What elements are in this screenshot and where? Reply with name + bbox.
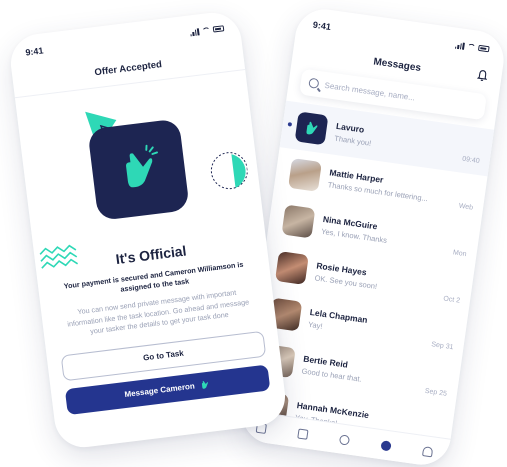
message-cameron-label: Message Cameron (124, 381, 196, 400)
avatar (281, 204, 316, 238)
brand-hand-icon (87, 118, 190, 221)
wifi-icon (467, 43, 476, 51)
chat-time: Mon (452, 249, 467, 259)
status-time: 9:41 (24, 45, 44, 58)
unread-indicator (287, 122, 293, 127)
status-time: 9:41 (312, 19, 332, 33)
signal-icon (454, 41, 465, 50)
go-to-task-label: Go to Task (142, 348, 185, 363)
search-input[interactable]: Search message, name... (324, 80, 416, 102)
page-title: Messages (372, 55, 422, 74)
offer-phone: 9:41 Offer Accepted It's Official Your p… (7, 9, 289, 451)
nav-profile-icon[interactable] (422, 445, 434, 457)
brand-hand-icon (294, 110, 329, 145)
avatar (288, 157, 322, 192)
chat-time: Sep 25 (424, 387, 448, 398)
nav-search-icon[interactable] (338, 433, 351, 446)
search-icon (308, 77, 320, 89)
status-icons (189, 25, 225, 36)
chat-time: 09:40 (461, 155, 481, 166)
hand-icon (202, 381, 209, 389)
status-icons (454, 41, 490, 53)
half-circle-decoration (210, 152, 248, 190)
nav-calendar-icon[interactable] (297, 428, 309, 440)
chat-time: Web (458, 202, 474, 212)
nav-messages-icon[interactable] (380, 439, 392, 452)
bell-icon[interactable] (476, 69, 489, 82)
zigzag-decoration (39, 244, 79, 269)
signal-icon (189, 27, 200, 36)
chat-time: Oct 2 (442, 295, 461, 305)
battery-icon (477, 44, 490, 53)
battery-icon (212, 25, 225, 33)
wifi-icon (201, 26, 211, 34)
page-title: Offer Accepted (93, 58, 163, 78)
avatar (275, 250, 309, 285)
chat-time: Sep 31 (430, 341, 454, 352)
hero-illustration (15, 70, 264, 269)
